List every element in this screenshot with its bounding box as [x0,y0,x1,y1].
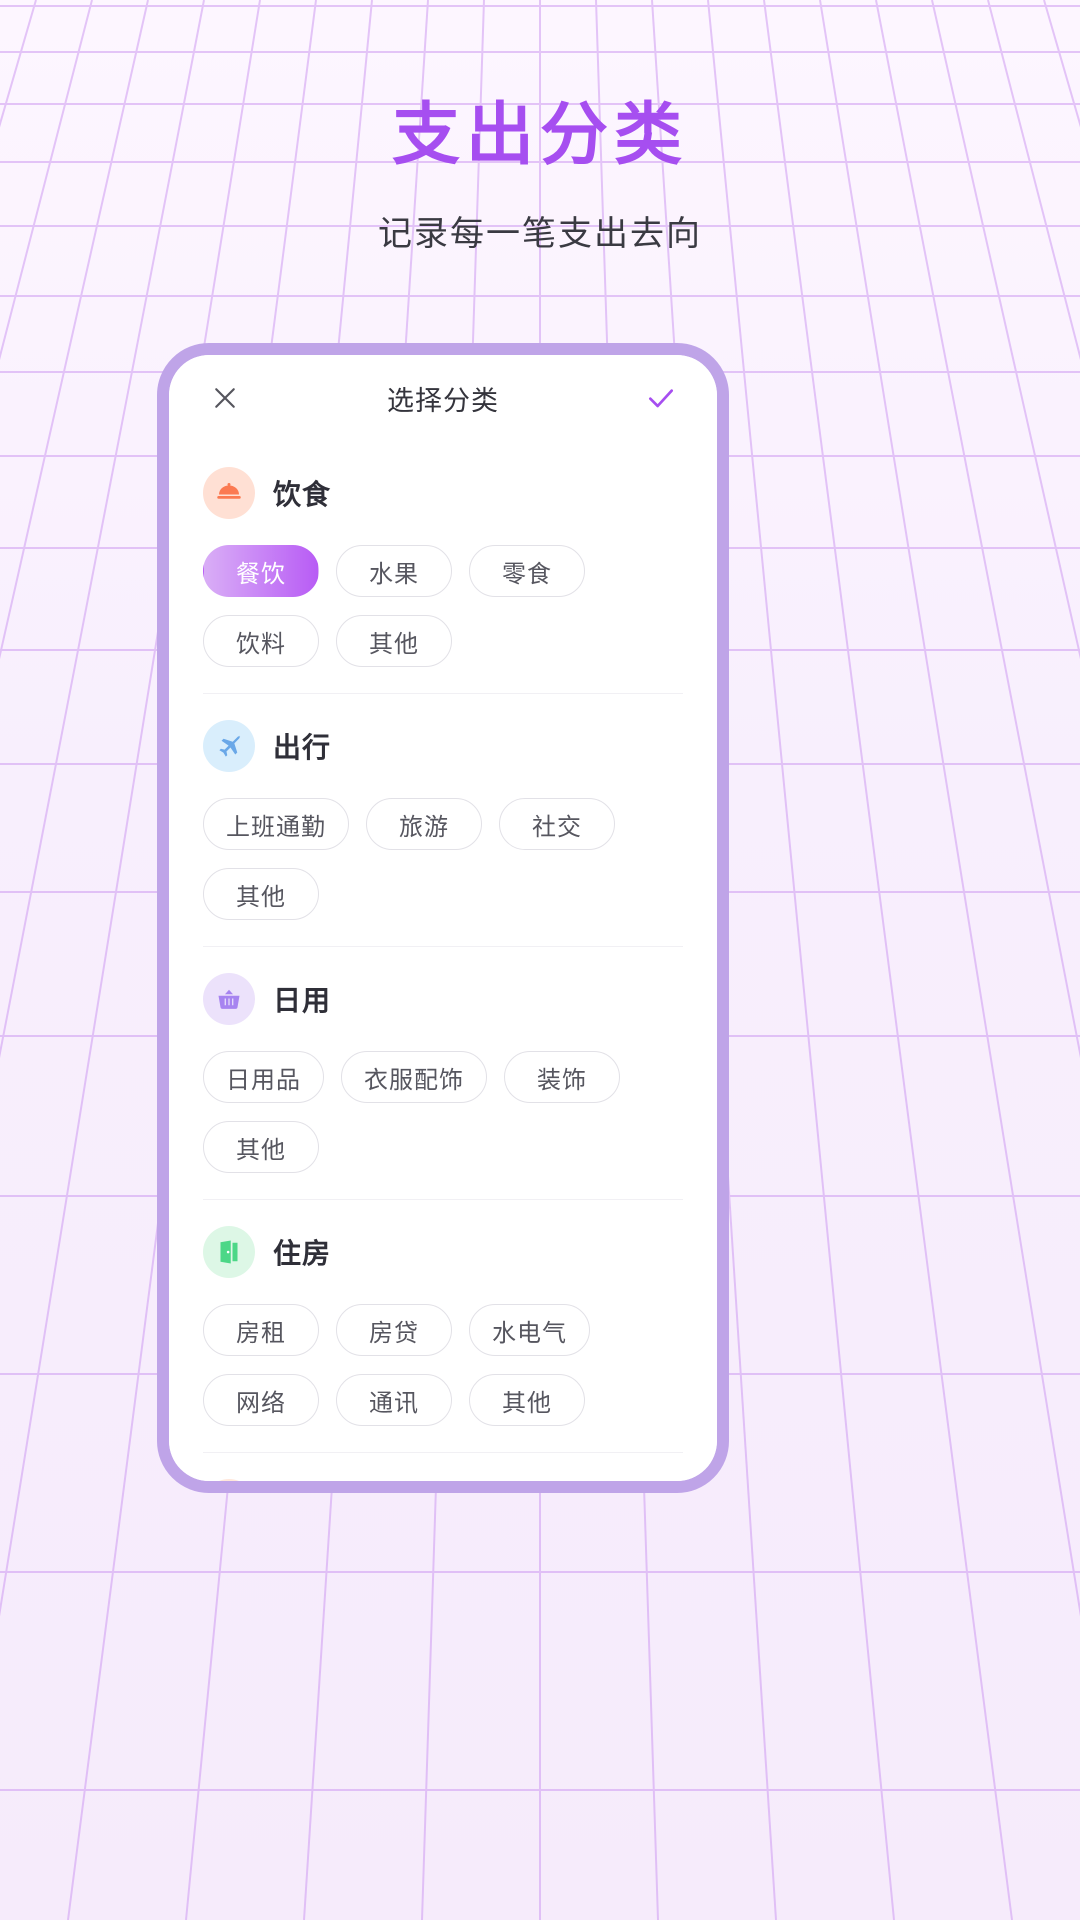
phone-screen: 选择分类 饮食餐饮水果零食饮料其他 出行上班通勤旅游社交其他 日用日用品衣服配饰… [169,355,717,1481]
chip[interactable]: 水果 [336,545,452,597]
chip[interactable]: 社交 [499,798,615,850]
category-header: 饮食 [203,467,683,519]
food-cloche-icon [203,467,255,519]
receipt-icon [203,1479,255,1481]
chip[interactable]: 零食 [469,545,585,597]
category-section: 住房房租房贷水电气网络通讯其他 [203,1199,683,1426]
chip[interactable]: 房租 [203,1304,319,1356]
close-icon[interactable] [203,376,247,420]
phone-frame: 选择分类 饮食餐饮水果零食饮料其他 出行上班通勤旅游社交其他 日用日用品衣服配饰… [157,343,729,1493]
category-section: 日用日用品衣服配饰装饰其他 [203,946,683,1173]
category-list: 饮食餐饮水果零食饮料其他 出行上班通勤旅游社交其他 日用日用品衣服配饰装饰其他 … [169,441,717,1481]
chip[interactable]: 其他 [469,1374,585,1426]
chip-row: 日用品衣服配饰装饰其他 [203,1051,683,1173]
chip[interactable]: 饮料 [203,615,319,667]
page-subtitle: 记录每一笔支出去向 [0,206,1080,255]
chip[interactable]: 旅游 [366,798,482,850]
page-title: 支出分类 [0,96,1080,174]
chip[interactable]: 日用品 [203,1051,324,1103]
airplane-icon [203,720,255,772]
category-header: 日用 [203,973,683,1025]
chip[interactable]: 通讯 [336,1374,452,1426]
check-icon[interactable] [639,376,683,420]
chip[interactable]: 上班通勤 [203,798,349,850]
chip-row: 房租房贷水电气网络通讯其他 [203,1304,683,1426]
category-header: 出行 [203,720,683,772]
category-name: 出行 [273,726,331,766]
chip-row: 上班通勤旅游社交其他 [203,798,683,920]
category-name: 饮食 [273,473,331,513]
chip[interactable]: 其他 [336,615,452,667]
sheet-header: 选择分类 [169,355,717,441]
category-section: 出行上班通勤旅游社交其他 [203,693,683,920]
chip[interactable]: 水电气 [469,1304,590,1356]
chip-row: 餐饮水果零食饮料其他 [203,545,683,667]
category-section: 其他理财随礼医疗学习健身兴趣其他 [203,1452,683,1481]
chip[interactable]: 其他 [203,1121,319,1173]
chip[interactable]: 衣服配饰 [341,1051,487,1103]
chip-selected[interactable]: 餐饮 [203,545,319,597]
page-header: 支出分类 记录每一笔支出去向 [0,0,1080,255]
category-name: 住房 [273,1232,331,1272]
chip[interactable]: 网络 [203,1374,319,1426]
door-icon [203,1226,255,1278]
chip[interactable]: 房贷 [336,1304,452,1356]
category-name: 日用 [273,979,331,1019]
chip[interactable]: 其他 [203,868,319,920]
category-section: 饮食餐饮水果零食饮料其他 [203,441,683,667]
category-header: 其他 [203,1479,683,1481]
category-header: 住房 [203,1226,683,1278]
sheet-title: 选择分类 [169,379,717,418]
basket-icon [203,973,255,1025]
chip[interactable]: 装饰 [504,1051,620,1103]
